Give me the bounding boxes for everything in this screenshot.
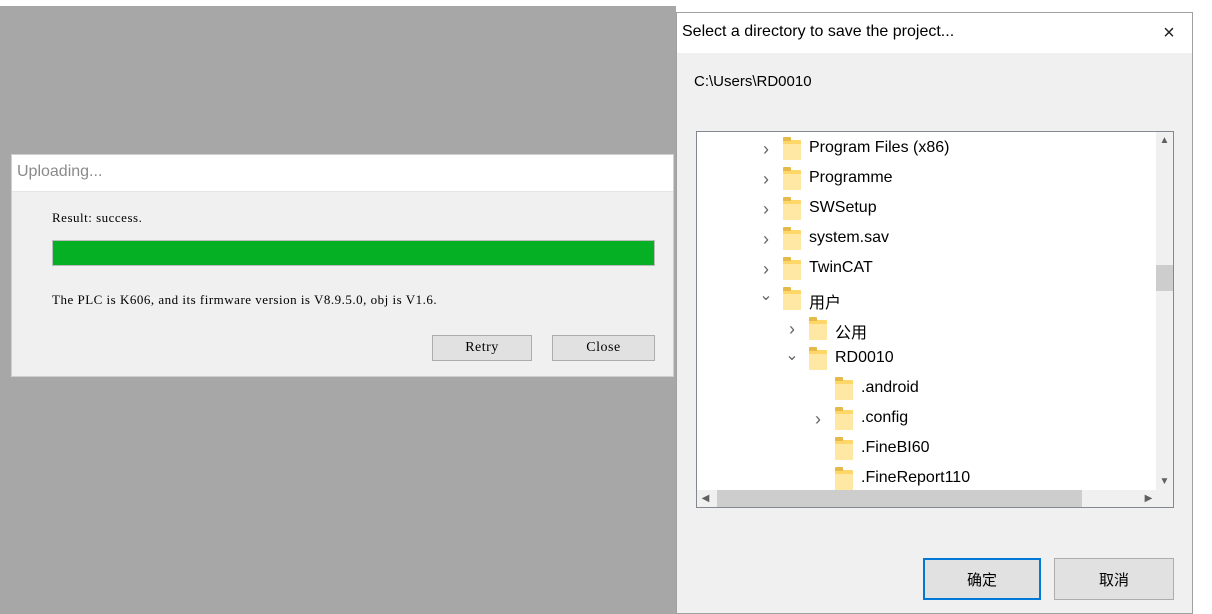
- tree-item[interactable]: › Program Files (x86): [697, 134, 1157, 164]
- directory-dialog: Select a directory to save the project..…: [676, 12, 1193, 614]
- tree-item-label: .FineReport110: [861, 469, 971, 486]
- tree-item[interactable]: ⌄ 用户: [697, 284, 1157, 314]
- horizontal-scroll-thumb[interactable]: [717, 490, 1082, 507]
- chevron-down-icon[interactable]: ⌄: [785, 347, 799, 364]
- plc-info-text: The PLC is K606, and its firmware versio…: [52, 292, 438, 307]
- scroll-right-icon[interactable]: ▶: [1140, 490, 1157, 507]
- chevron-right-icon[interactable]: ›: [811, 409, 825, 429]
- scrollbar-corner: [1156, 490, 1173, 507]
- progress-bar: [52, 240, 655, 266]
- folder-icon: [783, 167, 801, 190]
- folder-icon: [835, 377, 853, 400]
- tree-item[interactable]: › TwinCAT: [697, 254, 1157, 284]
- tree-item-label: SWSetup: [809, 199, 877, 216]
- tree-item-label: RD0010: [835, 349, 894, 366]
- chevron-right-icon[interactable]: ›: [759, 199, 773, 219]
- cancel-button[interactable]: 取消: [1054, 558, 1174, 600]
- directory-titlebar[interactable]: Select a directory to save the project..…: [677, 13, 1192, 53]
- folder-icon: [783, 287, 801, 310]
- chevron-right-icon[interactable]: ›: [759, 169, 773, 189]
- scroll-down-icon[interactable]: ▼: [1156, 473, 1173, 490]
- chevron-right-icon[interactable]: ›: [785, 319, 799, 339]
- chevron-down-icon[interactable]: ⌄: [759, 287, 773, 304]
- scroll-left-icon[interactable]: ◀: [697, 490, 714, 507]
- folder-icon: [835, 467, 853, 490]
- tree-item[interactable]: › .config: [697, 404, 1157, 434]
- folder-tree[interactable]: › Program Files (x86) › Programme › SWSetup › s…: [696, 131, 1174, 508]
- tree-item-label: Programme: [809, 169, 893, 186]
- tree-item-label: system.sav: [809, 229, 890, 246]
- tree-item[interactable]: .android: [697, 374, 1157, 404]
- tree-item-label: 用户: [809, 295, 842, 312]
- folder-icon: [783, 197, 801, 220]
- uploading-title: Uploading...: [17, 163, 103, 180]
- ok-button[interactable]: 确定: [923, 558, 1041, 600]
- chevron-right-icon[interactable]: ›: [759, 139, 773, 159]
- folder-icon: [783, 137, 801, 160]
- tree-item[interactable]: › system.sav: [697, 224, 1157, 254]
- folder-icon: [809, 317, 827, 340]
- uploading-dialog: Uploading... Result: success. The PLC is…: [11, 154, 674, 377]
- tree-item-label: .android: [861, 379, 919, 396]
- chevron-right-icon[interactable]: ›: [759, 229, 773, 249]
- folder-icon: [835, 437, 853, 460]
- tree-item-label: .FineBI60: [861, 439, 930, 456]
- tree-item[interactable]: › SWSetup: [697, 194, 1157, 224]
- close-icon[interactable]: ×: [1146, 13, 1192, 53]
- selected-path: C:\Users\RD0010: [694, 73, 812, 90]
- horizontal-scrollbar[interactable]: ◀ ▶: [697, 490, 1157, 507]
- tree-item[interactable]: › Programme: [697, 164, 1157, 194]
- tree-item-label: Program Files (x86): [809, 139, 950, 156]
- tree-item-label: TwinCAT: [809, 259, 873, 276]
- chevron-right-icon[interactable]: ›: [759, 259, 773, 279]
- tree-item-label: .config: [861, 409, 909, 426]
- uploading-titlebar[interactable]: Uploading...: [12, 155, 673, 192]
- tree-item[interactable]: › 公用: [697, 314, 1157, 344]
- tree-item[interactable]: ⌄ RD0010: [697, 344, 1157, 374]
- retry-button[interactable]: Retry: [432, 335, 532, 361]
- directory-dialog-title: Select a directory to save the project..…: [682, 23, 955, 40]
- vertical-scroll-thumb[interactable]: [1156, 265, 1173, 291]
- tree-item-label: 公用: [835, 325, 868, 342]
- result-text: Result: success.: [52, 210, 143, 225]
- scroll-up-icon[interactable]: ▲: [1156, 132, 1173, 149]
- folder-icon: [835, 407, 853, 430]
- folder-icon: [809, 347, 827, 370]
- folder-icon: [783, 227, 801, 250]
- progress-fill: [53, 241, 654, 265]
- tree-item[interactable]: .FineBI60: [697, 434, 1157, 464]
- close-button[interactable]: Close: [552, 335, 655, 361]
- vertical-scrollbar[interactable]: ▲ ▼: [1156, 132, 1173, 490]
- folder-icon: [783, 257, 801, 280]
